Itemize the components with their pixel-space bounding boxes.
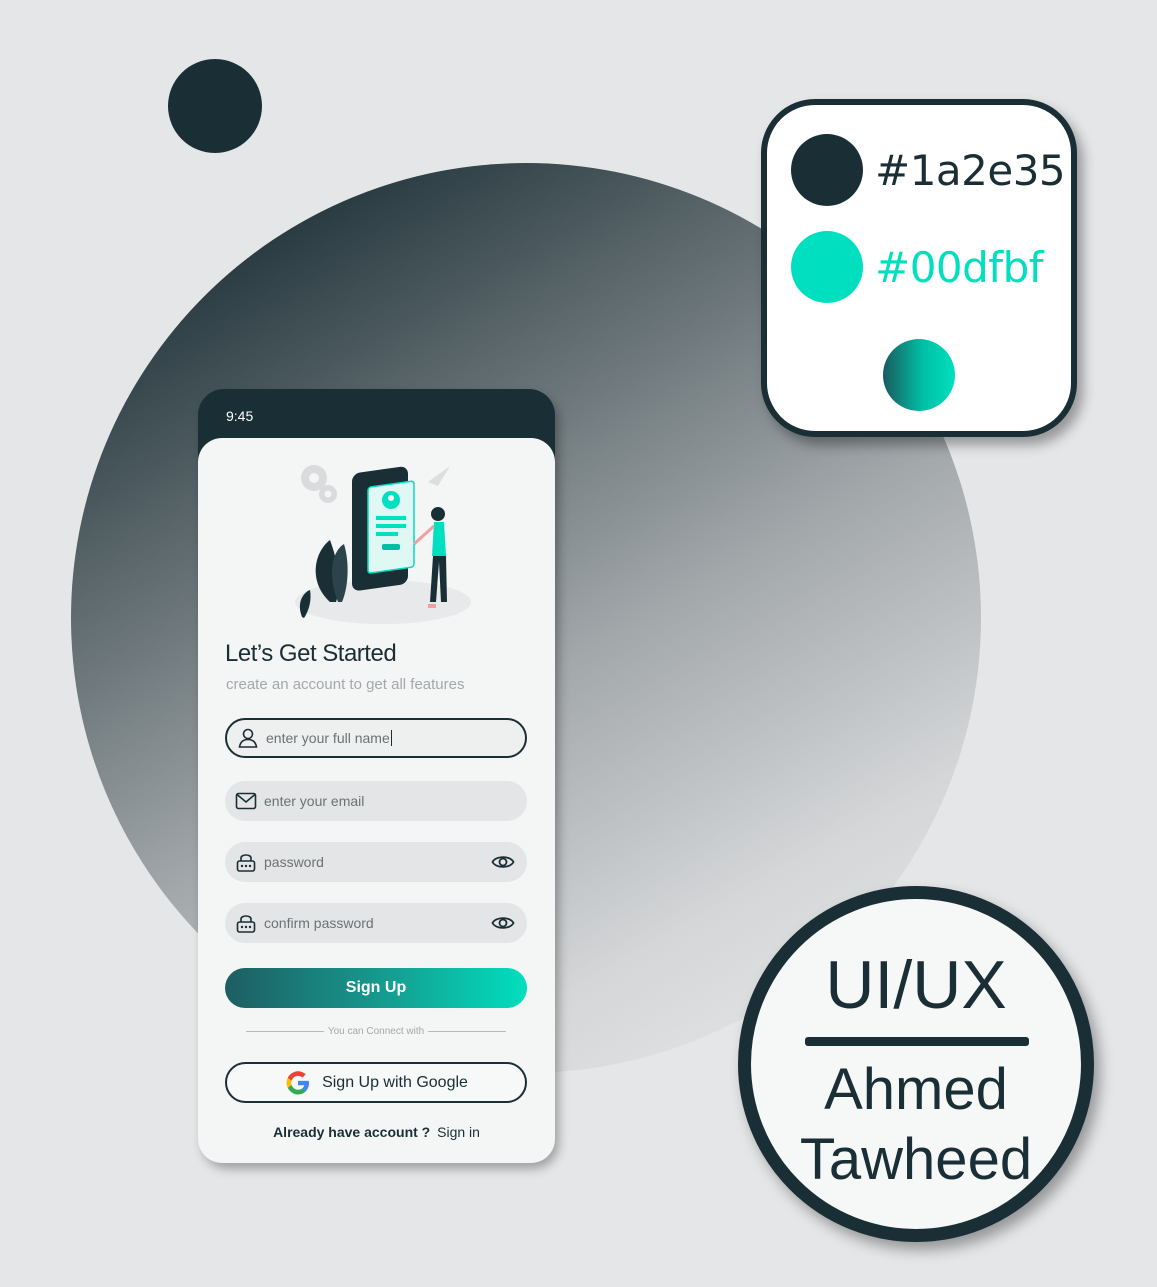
badge-name-first: Ahmed: [824, 1057, 1008, 1122]
full-name-field[interactable]: enter your full name: [225, 718, 527, 758]
mail-icon: [235, 790, 257, 812]
sign-in-link[interactable]: Sign in: [437, 1124, 480, 1140]
email-placeholder: enter your email: [264, 793, 365, 809]
badge-divider: [805, 1037, 1029, 1046]
lock-icon: [235, 912, 257, 934]
password-placeholder: password: [264, 854, 324, 870]
swatch-dark-label: #1a2e35: [875, 145, 1066, 195]
status-bar-time: 9:45: [226, 408, 254, 424]
text-cursor: [390, 730, 392, 746]
swatch-dark: [791, 134, 863, 206]
color-palette-card: #1a2e35 #00dfbf: [761, 99, 1077, 437]
google-icon: [284, 1069, 312, 1097]
signup-screen: Let’s Get Started create an account to g…: [198, 438, 555, 1163]
google-sign-up-button[interactable]: Sign Up with Google: [225, 1062, 527, 1103]
sign-up-button[interactable]: Sign Up: [225, 968, 527, 1008]
lock-icon: [235, 851, 257, 873]
phone-mockup: 9:45 Let’s Get Started create an account…: [198, 389, 555, 1163]
badge-name-last: Tawheed: [799, 1127, 1033, 1192]
full-name-value: enter your full name: [266, 730, 390, 746]
confirm-password-placeholder: confirm password: [264, 915, 374, 931]
decorative-dot: [168, 59, 262, 153]
connect-divider: You can Connect with: [246, 1026, 506, 1037]
connect-text: You can Connect with: [327, 1026, 425, 1037]
google-button-label: Sign Up with Google: [322, 1073, 468, 1091]
password-field[interactable]: password: [225, 842, 527, 882]
badge-title: UI/UX: [825, 947, 1007, 1023]
email-field[interactable]: enter your email: [225, 781, 527, 821]
show-password-eye-icon[interactable]: [491, 851, 515, 873]
page-title: Let’s Get Started: [225, 640, 397, 667]
show-confirm-password-eye-icon[interactable]: [491, 912, 515, 934]
signin-prompt: Already have account ? Sign in: [198, 1124, 555, 1140]
swatch-teal: [791, 231, 863, 303]
already-account-text: Already have account ?: [273, 1124, 431, 1140]
swatch-gradient: [883, 339, 955, 411]
user-icon: [237, 727, 259, 749]
page-subtitle: create an account to get all features: [226, 676, 465, 693]
signup-illustration: [295, 465, 471, 624]
palette-row-teal: #00dfbf: [791, 231, 1044, 303]
author-badge: UI/UX Ahmed Tawheed: [738, 886, 1094, 1242]
divider-line-left: [246, 1031, 324, 1032]
divider-line-right: [428, 1031, 506, 1032]
swatch-teal-label: #00dfbf: [875, 242, 1044, 292]
confirm-password-field[interactable]: confirm password: [225, 903, 527, 943]
palette-row-dark: #1a2e35: [791, 134, 1066, 206]
